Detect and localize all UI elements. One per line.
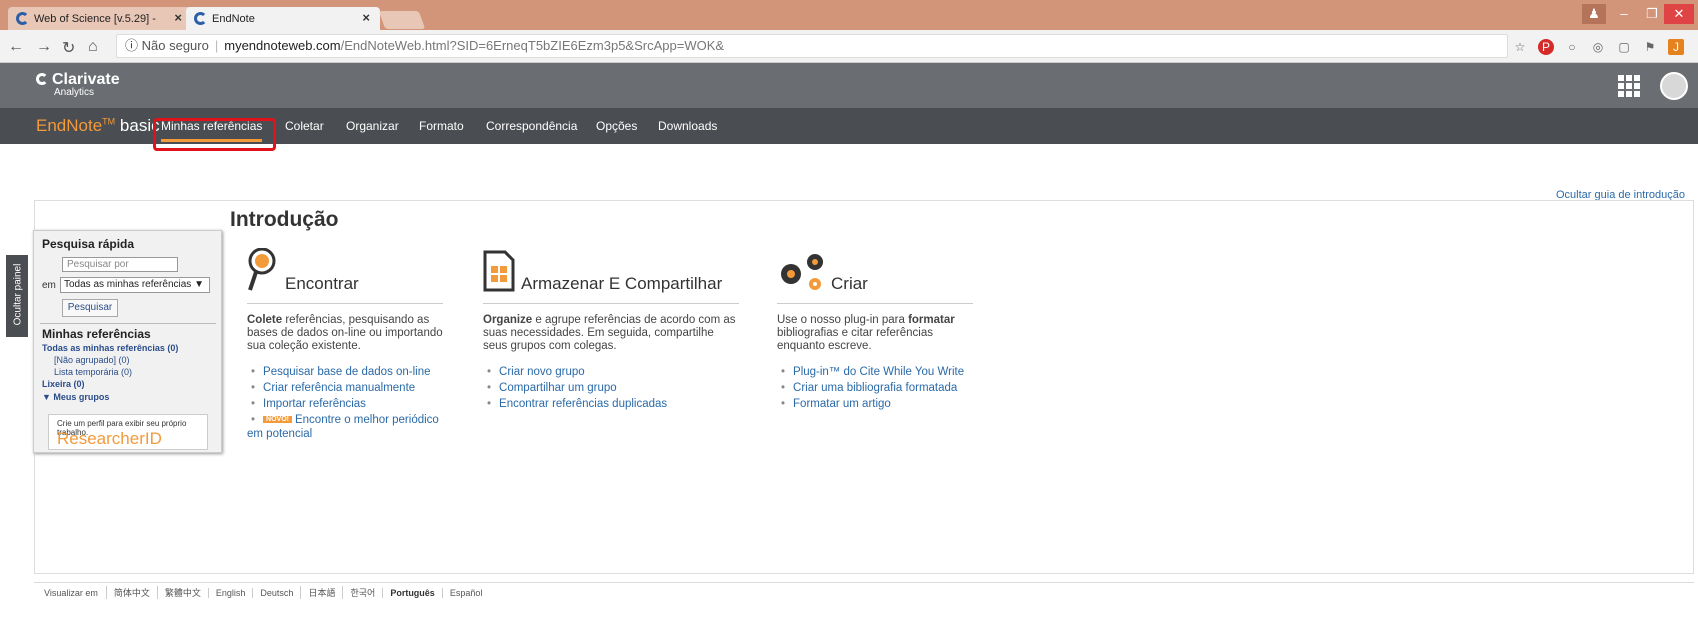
language-link[interactable]: Deutsch <box>252 587 300 598</box>
create-links: Plug-in™ do Cite While You Write Criar u… <box>777 364 964 412</box>
list-item[interactable]: NOVO!Encontre o melhor periódico <box>247 412 439 428</box>
language-link[interactable]: 简体中文 <box>105 586 157 599</box>
nav-organizar[interactable]: Organizar <box>346 119 399 133</box>
address-bar-row: ← → ↻ ⌂ ⓘ Não seguro | myendnoteweb.com/En… <box>0 30 1698 63</box>
bookmark-star-icon[interactable]: ☆ <box>1512 39 1528 55</box>
researcher-id-logo: ResearcherID <box>57 429 162 448</box>
list-item[interactable]: Importar referências <box>247 396 439 412</box>
footer-label: Visualizar em <box>44 587 98 598</box>
clarivate-logo[interactable]: Clarivate Analytics <box>36 71 120 98</box>
nav-downloads[interactable]: Downloads <box>658 119 717 133</box>
tab-title: Web of Science [v.5.29] - <box>34 12 156 25</box>
my-references-title: Minhas referências <box>42 327 151 341</box>
security-status: Não seguro <box>141 38 209 53</box>
nav-formato[interactable]: Formato <box>419 119 464 133</box>
list-item[interactable]: Criar novo grupo <box>483 364 667 380</box>
nav-correspondencia[interactable]: Correspondência <box>486 119 577 133</box>
clarivate-logo-icon <box>36 73 48 85</box>
nav-coletar[interactable]: Coletar <box>285 119 324 133</box>
reload-icon[interactable]: ↻ <box>62 38 75 58</box>
pinterest-icon[interactable]: P <box>1538 39 1554 55</box>
extension-cast-icon[interactable]: ▢ <box>1616 39 1632 55</box>
tab-endnote[interactable]: EndNote × <box>186 7 380 30</box>
unfiled-link[interactable]: [Não agrupado] (0) <box>54 355 130 365</box>
clarivate-favicon-icon <box>16 12 29 25</box>
list-item[interactable]: Formatar um artigo <box>777 396 964 412</box>
list-item[interactable]: Pesquisar base de dados on-line <box>247 364 439 380</box>
all-references-link[interactable]: Todas as minhas referências (0) <box>42 343 178 353</box>
scope-select[interactable]: Todas as minhas referências ▼ <box>60 277 210 293</box>
page-title: Introdução <box>230 208 339 231</box>
document-icon <box>483 250 515 292</box>
extension-icons: ☆ P ○ ◎ ▢ ⚑ J ⋮ <box>1512 38 1698 56</box>
list-item[interactable]: Encontrar referências duplicadas <box>483 396 667 412</box>
language-link[interactable]: 日本語 <box>300 586 342 599</box>
minimize-icon[interactable]: – <box>1612 4 1636 24</box>
store-description: Organize e agrupe referências de acordo … <box>483 314 736 352</box>
list-item[interactable]: Criar uma bibliografia formatada <box>777 380 964 396</box>
temp-list-link[interactable]: Lista temporária (0) <box>54 367 132 377</box>
language-link[interactable]: 繁體中文 <box>156 586 208 599</box>
researcher-id-box[interactable]: Crie um perfil para exibir seu próprio t… <box>48 414 208 450</box>
gears-icon <box>781 254 823 290</box>
find-description: Colete referências, pesquisando as bases… <box>247 314 443 352</box>
info-icon[interactable]: ⓘ <box>125 38 138 53</box>
hide-panel-tab[interactable]: Ocultar painel <box>6 255 28 337</box>
trash-link[interactable]: Lixeira (0) <box>42 379 85 389</box>
highlight-annotation <box>153 118 276 151</box>
language-link[interactable]: English <box>207 587 253 598</box>
my-groups-link[interactable]: ▼ Meus grupos <box>42 392 109 402</box>
browser-menu-icon[interactable]: ⋮ <box>1694 39 1698 55</box>
search-button[interactable]: Pesquisar <box>62 299 118 317</box>
url-path: /EndNoteWeb.html?SID=6ErneqT5bZIE6Ezm3p5… <box>340 38 725 53</box>
magnifier-icon <box>248 248 276 291</box>
language-link[interactable]: Español <box>441 587 490 598</box>
url-host: myendnoteweb.com <box>224 38 341 53</box>
extension-circle-icon[interactable]: ○ <box>1564 39 1580 55</box>
tab-title: EndNote <box>212 12 255 25</box>
account-avatar-icon[interactable] <box>1660 72 1688 100</box>
language-footer: Visualizar em 简体中文 繁體中文 English Deutsch … <box>34 582 1694 602</box>
nav-opcoes[interactable]: Opções <box>596 119 637 133</box>
forward-arrow-icon[interactable]: → <box>36 38 52 56</box>
maximize-icon[interactable]: ❐ <box>1640 4 1664 24</box>
find-links: Pesquisar base de dados on-line Criar re… <box>247 364 439 428</box>
apps-grid-icon[interactable] <box>1618 75 1640 97</box>
quick-search-input[interactable]: Pesquisar por <box>62 257 178 272</box>
extension-shield-icon[interactable]: ◎ <box>1590 39 1606 55</box>
new-tab-button[interactable] <box>378 11 426 29</box>
divider <box>40 323 216 324</box>
language-link[interactable]: 한국어 <box>342 586 382 599</box>
url-input[interactable]: ⓘ Não seguro | myendnoteweb.com/EndNoteWeb… <box>116 34 1508 58</box>
close-icon[interactable]: × <box>174 10 182 25</box>
home-icon[interactable]: ⌂ <box>88 38 98 56</box>
browser-tab-strip: Web of Science [v.5.29] - × EndNote × ♟ … <box>0 0 1698 30</box>
quick-search-title: Pesquisa rápida <box>42 237 135 251</box>
close-icon[interactable]: × <box>362 10 370 25</box>
language-link[interactable]: Português <box>382 587 442 598</box>
list-item-continuation[interactable]: em potencial <box>247 428 312 440</box>
extension-flag-icon[interactable]: ⚑ <box>1642 39 1658 55</box>
list-item[interactable]: Plug-in™ do Cite While You Write <box>777 364 964 380</box>
tab-web-of-science[interactable]: Web of Science [v.5.29] - × <box>8 7 192 30</box>
quick-search-panel: Pesquisa rápida Pesquisar por em Todas a… <box>33 230 222 453</box>
store-links: Criar novo grupo Compartilhar um grupo E… <box>483 364 667 412</box>
extension-jx-icon[interactable]: J <box>1668 39 1684 55</box>
window-close-icon[interactable]: ✕ <box>1664 4 1694 24</box>
create-heading: Criar <box>831 274 868 293</box>
store-heading: Armazenar E Compartilhar <box>521 274 723 293</box>
endnote-brand: EndNoteTM basic <box>36 116 160 135</box>
list-item[interactable]: Compartilhar um grupo <box>483 380 667 396</box>
clarivate-header: Clarivate Analytics <box>0 63 1698 108</box>
clarivate-favicon-icon <box>194 12 207 25</box>
new-badge: NOVO! <box>263 416 292 423</box>
back-arrow-icon[interactable]: ← <box>8 38 24 56</box>
user-profile-icon[interactable]: ♟ <box>1582 4 1606 24</box>
create-description: Use o nosso plug-in para formatar biblio… <box>777 314 955 352</box>
scope-label: em <box>42 280 56 291</box>
find-heading: Encontrar <box>285 274 359 293</box>
list-item[interactable]: Criar referência manualmente <box>247 380 439 396</box>
